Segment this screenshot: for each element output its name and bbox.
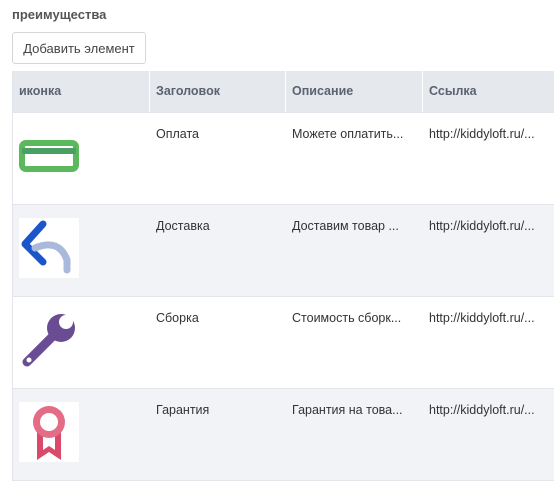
row-link[interactable]: http://kiddyloft.ru/... (423, 113, 554, 204)
column-header-icon[interactable]: иконка (13, 71, 150, 112)
credit-card-icon[interactable] (19, 126, 79, 186)
row-description: Можете оплатить... (292, 127, 404, 141)
section-title: преимущества (12, 7, 107, 22)
return-arrow-icon[interactable] (19, 218, 79, 278)
row-link[interactable]: http://kiddyloft.ru/... (423, 389, 554, 480)
row-title: Доставка (156, 219, 210, 233)
column-header-link[interactable]: Ссылка (423, 71, 554, 112)
add-element-button[interactable]: Добавить элемент (12, 32, 146, 64)
row-description: Гарантия на това... (292, 403, 403, 417)
row-link[interactable]: http://kiddyloft.ru/... (423, 297, 554, 388)
table-row[interactable]: Оплата Можете оплатить... http://kiddylo… (13, 112, 554, 204)
column-header-description[interactable]: Описание (286, 71, 423, 112)
items-table: иконка Заголовок Описание Ссылка Оплата … (12, 71, 554, 481)
row-description: Стоимость сборк... (292, 311, 402, 325)
row-title: Сборка (156, 311, 199, 325)
wrench-icon[interactable] (19, 310, 79, 370)
column-header-title[interactable]: Заголовок (150, 71, 286, 112)
row-title: Оплата (156, 127, 199, 141)
table-header: иконка Заголовок Описание Ссылка (13, 71, 554, 112)
table-row[interactable]: Сборка Стоимость сборк... http://kiddylo… (13, 296, 554, 388)
row-link[interactable]: http://kiddyloft.ru/... (423, 205, 554, 296)
award-ribbon-icon[interactable] (19, 402, 79, 462)
row-description: Доставим товар ... (292, 219, 399, 233)
table-row[interactable]: Доставка Доставим товар ... http://kiddy… (13, 204, 554, 296)
row-title: Гарантия (156, 403, 210, 417)
table-row[interactable]: Гарантия Гарантия на това... http://kidd… (13, 388, 554, 480)
